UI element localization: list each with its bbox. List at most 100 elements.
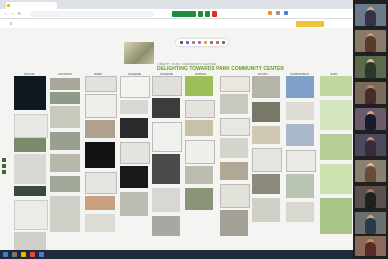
image-card[interactable]	[286, 202, 314, 222]
image-card[interactable]	[120, 142, 150, 164]
image-card[interactable]	[320, 134, 352, 160]
image-card[interactable]	[185, 166, 213, 184]
image-card[interactable]	[220, 138, 248, 158]
image-card[interactable]	[50, 196, 80, 232]
image-card[interactable]	[50, 132, 80, 150]
meet-leave-button[interactable]	[212, 10, 217, 17]
participant-video-tile[interactable]	[355, 236, 386, 256]
forward-arrow-icon[interactable]: ›	[10, 11, 15, 16]
back-arrow-icon[interactable]: ‹	[3, 11, 8, 16]
image-card[interactable]	[185, 188, 213, 210]
reload-icon[interactable]: ↻	[17, 11, 22, 16]
image-card[interactable]	[252, 76, 280, 98]
image-card[interactable]	[286, 174, 314, 198]
image-card[interactable]	[152, 154, 180, 184]
image-card[interactable]	[85, 214, 115, 232]
browser-icon[interactable]	[30, 252, 35, 257]
image-card[interactable]	[252, 174, 280, 194]
image-card[interactable]	[152, 188, 180, 212]
url-field[interactable]	[30, 10, 154, 17]
app-icon[interactable]	[39, 252, 44, 257]
image-card[interactable]	[320, 198, 352, 234]
meet-camera-button[interactable]	[205, 10, 210, 17]
shape-tool-icon[interactable]	[192, 41, 195, 44]
image-card[interactable]	[286, 76, 314, 98]
participant-video-tile[interactable]	[355, 108, 386, 130]
image-card[interactable]	[14, 138, 46, 152]
image-card[interactable]	[85, 120, 115, 138]
search-icon[interactable]	[12, 252, 17, 257]
image-card[interactable]	[152, 76, 182, 96]
pen-tool-icon[interactable]	[186, 41, 189, 44]
image-card[interactable]	[14, 114, 48, 138]
image-card[interactable]	[220, 184, 250, 208]
highlighter-tool-icon[interactable]	[198, 41, 201, 44]
participant-video-tile[interactable]	[355, 134, 386, 156]
participant-video-tile[interactable]	[355, 160, 386, 182]
image-card[interactable]	[120, 100, 148, 114]
marker[interactable]	[2, 158, 6, 162]
image-card[interactable]	[14, 232, 46, 250]
extension-icon[interactable]	[268, 11, 272, 15]
text-tool-icon[interactable]	[210, 41, 213, 44]
image-card[interactable]	[14, 76, 46, 110]
image-card[interactable]	[85, 142, 115, 168]
image-card[interactable]	[286, 124, 314, 146]
more-tools-icon[interactable]	[222, 41, 225, 44]
image-card[interactable]	[120, 76, 150, 98]
image-card[interactable]	[85, 196, 115, 210]
marker[interactable]	[2, 164, 6, 168]
image-card[interactable]	[252, 198, 280, 222]
image-card[interactable]	[320, 76, 352, 96]
participant-video-tile[interactable]	[355, 186, 386, 208]
image-card[interactable]	[220, 118, 250, 136]
participant-video-tile[interactable]	[355, 212, 386, 234]
image-card[interactable]	[152, 98, 180, 118]
image-card[interactable]	[50, 154, 80, 172]
image-card[interactable]	[14, 200, 48, 230]
file-explorer-icon[interactable]	[21, 252, 26, 257]
extension-icon[interactable]	[276, 11, 280, 15]
profile-avatar-icon[interactable]	[284, 11, 288, 15]
image-card[interactable]	[320, 100, 352, 130]
image-card[interactable]	[185, 140, 215, 164]
image-card[interactable]	[185, 76, 213, 96]
image-card[interactable]	[50, 78, 80, 90]
image-card[interactable]	[85, 76, 117, 92]
meet-status-badge[interactable]	[172, 10, 196, 17]
image-card[interactable]	[85, 94, 117, 118]
image-card[interactable]	[50, 176, 80, 192]
image-card[interactable]	[220, 210, 248, 236]
browser-tab[interactable]	[6, 2, 57, 9]
marker[interactable]	[2, 170, 6, 174]
image-card[interactable]	[85, 172, 117, 194]
participant-video-tile[interactable]	[355, 56, 386, 78]
meet-mic-button[interactable]	[198, 10, 203, 17]
image-card[interactable]	[220, 76, 250, 92]
image-card[interactable]	[14, 154, 46, 184]
image-card[interactable]	[50, 92, 80, 104]
participant-video-tile[interactable]	[355, 4, 386, 26]
image-card[interactable]	[14, 186, 46, 196]
image-card[interactable]	[220, 162, 248, 180]
site-model-image[interactable]	[124, 42, 154, 64]
board-canvas[interactable]: LIBERTY PARK COMMUNITY CENTER DELIGHTING…	[0, 28, 353, 250]
image-card[interactable]	[286, 102, 314, 120]
participant-video-tile[interactable]	[355, 30, 386, 52]
board-name[interactable]: ≡	[10, 21, 12, 26]
image-card[interactable]	[185, 120, 213, 136]
image-card[interactable]	[120, 192, 148, 216]
image-card[interactable]	[120, 166, 148, 188]
image-card[interactable]	[320, 164, 352, 194]
image-card[interactable]	[152, 216, 180, 236]
image-card[interactable]	[252, 148, 282, 172]
image-card[interactable]	[252, 126, 280, 144]
image-card[interactable]	[50, 106, 80, 128]
image-card[interactable]	[152, 122, 182, 152]
participant-video-tile[interactable]	[355, 82, 386, 104]
select-tool-icon[interactable]	[180, 41, 183, 44]
eraser-tool-icon[interactable]	[216, 41, 219, 44]
image-card[interactable]	[185, 100, 215, 118]
sticky-note-icon[interactable]	[204, 41, 207, 44]
image-card[interactable]	[286, 150, 316, 172]
